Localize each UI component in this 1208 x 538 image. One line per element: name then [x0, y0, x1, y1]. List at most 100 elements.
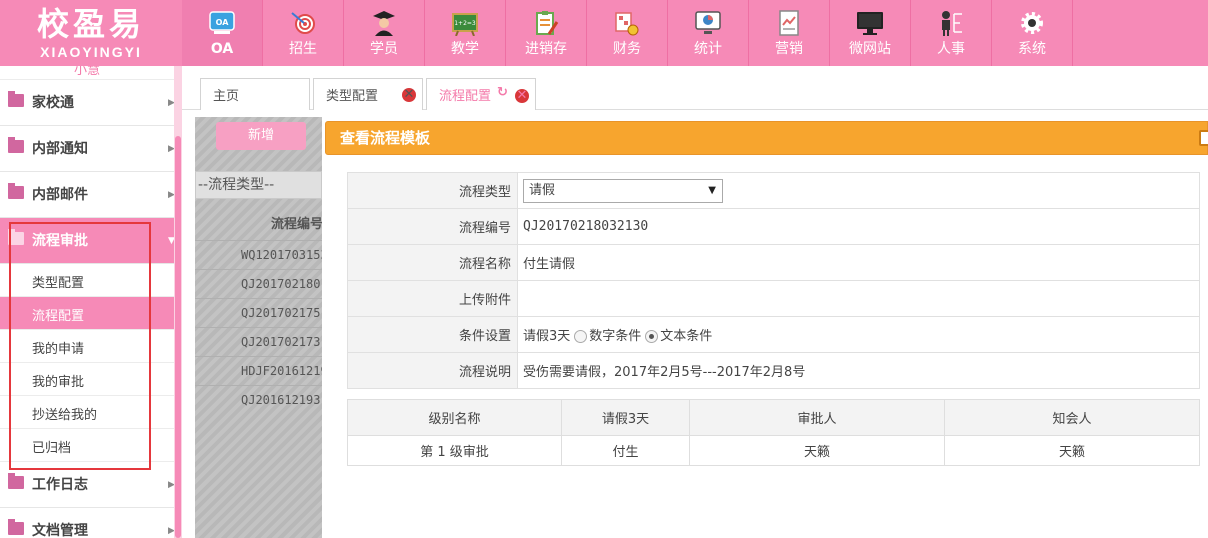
tab-type-config[interactable]: 类型配置 ✕ [313, 78, 423, 110]
sidebar-item-type-config[interactable]: 类型配置 [0, 264, 174, 297]
list-item[interactable]: QJ201612193 [195, 385, 322, 414]
folder-icon [8, 137, 24, 153]
sidebar-item-my-approvals[interactable]: 我的审批 [0, 363, 174, 396]
select-value: 请假 [529, 182, 556, 198]
person-icon [942, 11, 962, 36]
column-header: 级别名称 [347, 399, 562, 436]
module-finance[interactable]: 财务 [587, 0, 668, 66]
sidebar-cut-label: 小慧 [0, 66, 174, 80]
add-button[interactable]: 新增 [216, 122, 306, 150]
module-label: 招生 [289, 41, 317, 57]
table-header-row: 级别名称 请假3天 审批人 知会人 [347, 399, 1200, 436]
sidebar-item-label: 我的申请 [32, 342, 85, 357]
gear-icon [1021, 12, 1043, 34]
column-header: 审批人 [689, 399, 945, 436]
refresh-icon[interactable]: ↻ [497, 85, 508, 100]
tab-flow-config[interactable]: 流程配置 ↻ ✕ [426, 78, 536, 111]
form-label: 流程名称 [347, 244, 518, 281]
sidebar-group-approval[interactable]: 流程审批 ▼ [0, 218, 175, 264]
radio-label: 文本条件 [660, 329, 713, 344]
radio-text-condition[interactable] [645, 330, 659, 343]
sidebar-item-archived[interactable]: 已归档 [0, 429, 174, 462]
sidebar-item-cc-to-me[interactable]: 抄送给我的 [0, 396, 174, 429]
view-flow-template-dialog: 查看流程模板 流程类型 请假 ▼ 流程编号 QJ20170218032130 流程… [325, 121, 1208, 538]
close-icon[interactable]: ✕ [402, 88, 416, 102]
form-label: 流程说明 [347, 352, 518, 389]
list-item[interactable]: QJ201702175 [195, 298, 322, 327]
sidebar-group-home-school[interactable]: 家校通 ▶ [0, 80, 175, 126]
sidebar-group-label: 工作日志 [32, 477, 88, 493]
attachment-value [517, 280, 1200, 317]
module-inventory[interactable]: 进销存 [506, 0, 587, 66]
sidebar-item-my-requests[interactable]: 我的申请 [0, 330, 174, 363]
approver-cell: 天籁 [689, 435, 945, 466]
flow-code-value: QJ20170218032130 [517, 208, 1200, 245]
module-enrollment[interactable]: 招生 [263, 0, 344, 66]
sidebar-item-label: 流程配置 [32, 309, 85, 324]
tab-home[interactable]: 主页 [200, 78, 310, 110]
sidebar-group-docs[interactable]: 文档管理 ▶ [0, 508, 175, 538]
list-item[interactable]: WQ1201703153 [195, 240, 322, 269]
approval-levels-table: 级别名称 请假3天 审批人 知会人 第 1 级审批 付生 天籁 天籁 [347, 399, 1200, 466]
close-icon[interactable]: ✕ [515, 89, 529, 103]
column-header: 请假3天 [561, 399, 690, 436]
sidebar-group-work-log[interactable]: 工作日志 ▶ [0, 462, 175, 508]
form-label: 条件设置 [347, 316, 518, 353]
form-label: 上传附件 [347, 280, 518, 317]
sidebar-group-label: 文档管理 [32, 523, 88, 538]
module-microsite[interactable]: 微网站 [830, 0, 911, 66]
sidebar-item-label: 类型配置 [32, 276, 85, 291]
form-row-code: 流程编号 QJ20170218032130 [347, 208, 1200, 245]
module-system[interactable]: 系统 [992, 0, 1073, 66]
module-label: 微网站 [849, 41, 891, 57]
module-label: 系统 [1018, 41, 1046, 57]
module-label: OA [210, 41, 234, 57]
module-label: 统计 [694, 41, 722, 57]
sidebar-scrollbar-thumb[interactable] [175, 136, 181, 538]
money-icon [615, 12, 639, 36]
sidebar: 小慧 家校通 ▶ 内部通知 ▶ 内部邮件 ▶ 流程审批 ▼ 类型配置 流程配置 … [0, 66, 182, 538]
sidebar-item-flow-config[interactable]: 流程配置 [0, 297, 174, 330]
list-item[interactable]: HDJF20161219 [195, 356, 322, 385]
column-header: 知会人 [944, 399, 1200, 436]
tab-label: 类型配置 [326, 89, 379, 104]
content-area: 新增 --流程类型-- 流程编号 WQ1201703153 QJ20170218… [182, 110, 1208, 538]
form-row-attachment: 上传附件 [347, 280, 1200, 317]
flow-type-select[interactable]: 请假 ▼ [523, 178, 723, 203]
report-icon [779, 10, 799, 36]
module-teaching[interactable]: 1+2=3 教学 [425, 0, 506, 66]
module-label: 人事 [937, 41, 965, 57]
folder-icon [8, 229, 24, 245]
sidebar-group-label: 内部通知 [32, 141, 88, 157]
list-item[interactable]: QJ201702180 [195, 269, 322, 298]
module-oa[interactable]: OA OA [182, 0, 263, 66]
flow-type-filter[interactable]: --流程类型-- [195, 171, 322, 199]
notify-cell: 天籁 [944, 435, 1200, 466]
folder-icon [8, 473, 24, 489]
tab-label: 主页 [213, 89, 240, 104]
sidebar-group-internal-mail[interactable]: 内部邮件 ▶ [0, 172, 175, 218]
module-statistics[interactable]: 统计 [668, 0, 749, 66]
svg-text:OA: OA [216, 18, 230, 27]
list-item[interactable]: QJ201702173 [195, 327, 322, 356]
form-label: 流程类型 [347, 172, 518, 209]
svg-text:1+2=3: 1+2=3 [454, 20, 476, 27]
flow-code-column-header: 流程编号 [271, 217, 322, 232]
sidebar-group-internal-notice[interactable]: 内部通知 ▶ [0, 126, 175, 172]
sidebar-group-label: 流程审批 [32, 233, 88, 249]
module-students[interactable]: 学员 [344, 0, 425, 66]
radio-numeric-condition[interactable] [574, 330, 588, 343]
target-icon [291, 12, 315, 34]
clipboard-icon [536, 11, 559, 35]
flow-detail-form: 流程类型 请假 ▼ 流程编号 QJ20170218032130 流程名称 付生请假… [347, 172, 1200, 389]
tab-bar: 主页 类型配置 ✕ 流程配置 ↻ ✕ [182, 66, 1208, 111]
caret-down-icon: ▼ [708, 184, 716, 196]
module-marketing[interactable]: 营销 [749, 0, 830, 66]
level-name-cell: 第 1 级审批 [347, 435, 562, 466]
dialog-close-button[interactable] [1199, 130, 1208, 146]
folder-icon [8, 183, 24, 199]
folder-icon [8, 91, 24, 107]
sidebar-group-label: 家校通 [32, 95, 74, 111]
oa-icon: OA [209, 11, 235, 34]
module-hr[interactable]: 人事 [911, 0, 992, 66]
